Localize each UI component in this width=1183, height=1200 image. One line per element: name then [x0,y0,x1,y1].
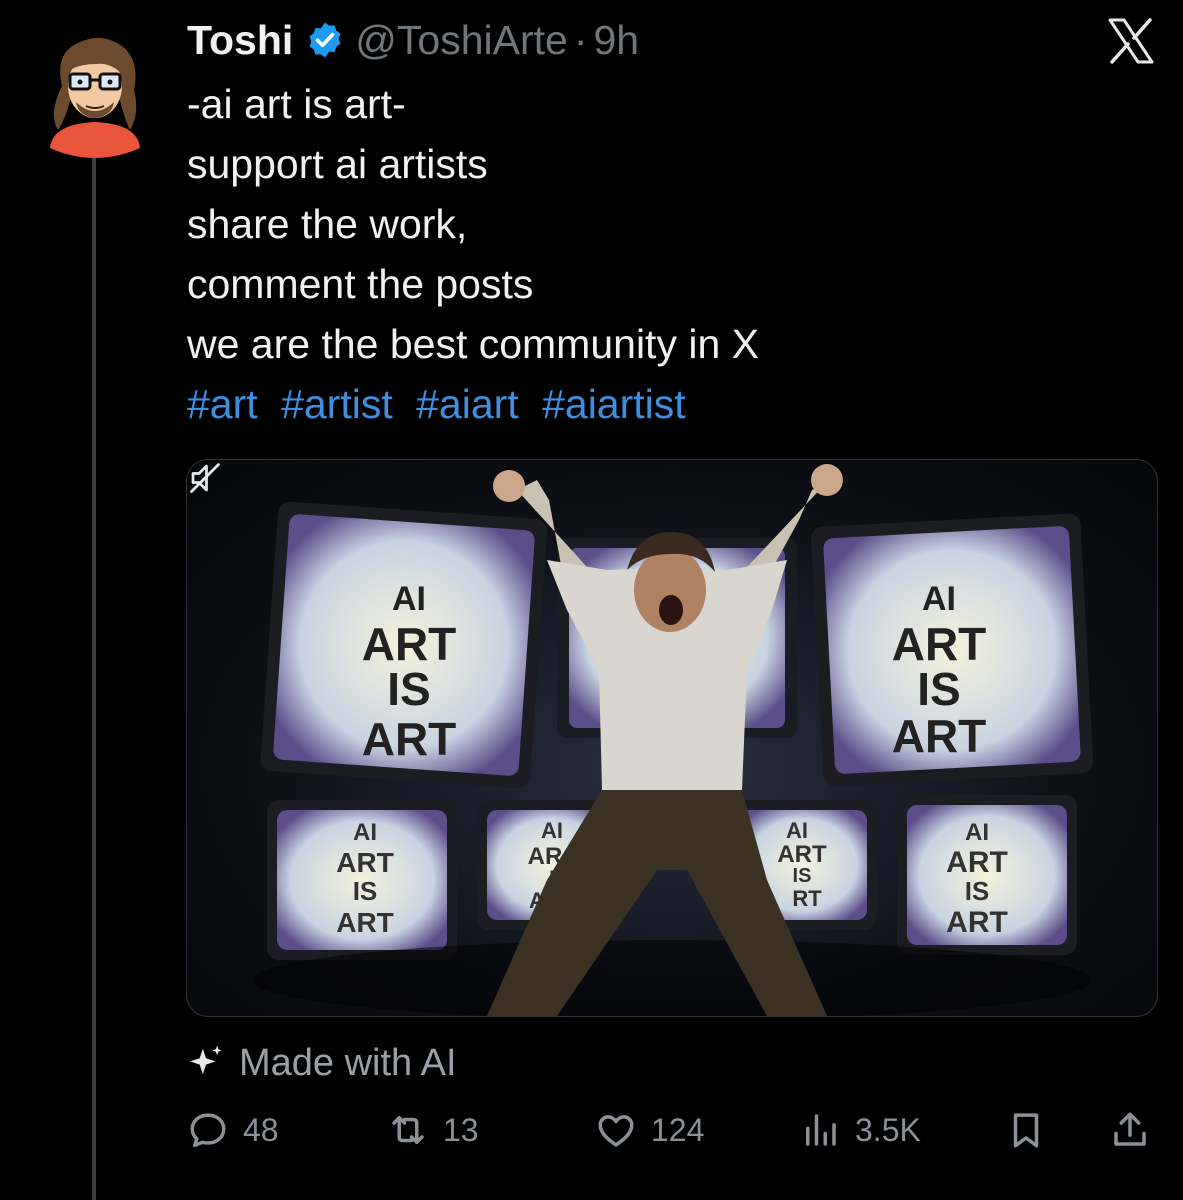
screen-text: IS [917,663,960,715]
screen-text: IS [387,663,430,715]
screen-text: ART [336,847,394,878]
repost-icon [392,1116,424,1144]
screen-text: IS [353,876,378,906]
sparkle-icon [190,1045,222,1075]
tweet-text: -ai art is art- support ai artists share… [187,74,1147,434]
screen-text: AI [922,580,956,618]
screen-text: AI [353,819,377,846]
hashtag-link[interactable]: #artist [281,381,393,427]
ai-label-text: Made with AI [239,1041,457,1084]
screen-text: AI [965,819,989,846]
screen-text: ART [336,907,394,938]
screen-text: AI [392,580,426,618]
screen-text: ART [362,713,457,765]
share-icon [1114,1112,1146,1146]
tweet-line: support ai artists [187,141,488,187]
avatar[interactable] [40,30,150,158]
screen-text: ART [946,846,1008,879]
views-icon [806,1114,836,1146]
media-video[interactable]: AI ART IS ART AI ART IS ART AI ART IS AR… [186,459,1158,1017]
screen-text: IS [793,865,812,887]
thread-line [92,158,96,1200]
hashtag-link[interactable]: #aiart [416,381,519,427]
reply-button[interactable]: 48 [187,1100,279,1160]
tweet-line: -ai art is art- [187,81,406,127]
hashtag-link[interactable]: #art [187,381,258,427]
tv-screen-top-left: AI ART IS ART [260,501,548,789]
views-count: 3.5K [855,1111,921,1148]
tv-screen-bottom-1: AI ART IS ART [267,800,457,960]
screen-text: ART [892,710,987,762]
tv-screen-bottom-4: AI ART IS ART [897,795,1077,955]
bookmark-icon [1013,1113,1039,1148]
made-with-ai-label[interactable]: Made with AI [187,1040,457,1086]
author-handle[interactable]: @ToshiArte [355,17,568,64]
repost-count: 13 [443,1111,479,1148]
views-button[interactable]: 3.5K [799,1100,921,1160]
like-count: 124 [651,1111,705,1148]
reply-count: 48 [243,1111,279,1148]
timestamp[interactable]: 9h [593,17,639,64]
mute-icon[interactable] [187,460,223,496]
share-button[interactable] [1109,1100,1165,1160]
repost-button[interactable]: 13 [387,1100,479,1160]
tweet-line: we are the best community in X [187,321,759,367]
tv-screen-top-right: AI ART IS ART [810,513,1094,787]
x-logo-icon[interactable] [1106,16,1156,66]
screen-text: AI [786,818,808,843]
like-button[interactable]: 124 [595,1100,704,1160]
hashtag-link[interactable]: #aiartist [542,381,686,427]
verified-badge-icon [309,22,341,58]
screen-text: ART [946,906,1008,939]
bookmark-button[interactable] [1005,1100,1061,1160]
reply-icon [190,1113,226,1148]
screen-text: IS [965,876,990,906]
like-icon [598,1115,634,1147]
screen-text: ART [777,841,827,868]
tweet-line: share the work, [187,201,468,247]
tweet-header: Toshi @ToshiArte · 9h [187,14,639,66]
tweet-line: comment the posts [187,261,534,307]
screen-text: RT [792,886,822,911]
author-name[interactable]: Toshi [187,17,293,64]
action-bar: 48 13 124 3.5K [187,1100,1157,1160]
separator-dot: · [573,16,588,63]
hashtag-row: #art #artist #aiart #aiartist [187,374,1147,434]
screen-text: AI [541,818,563,843]
